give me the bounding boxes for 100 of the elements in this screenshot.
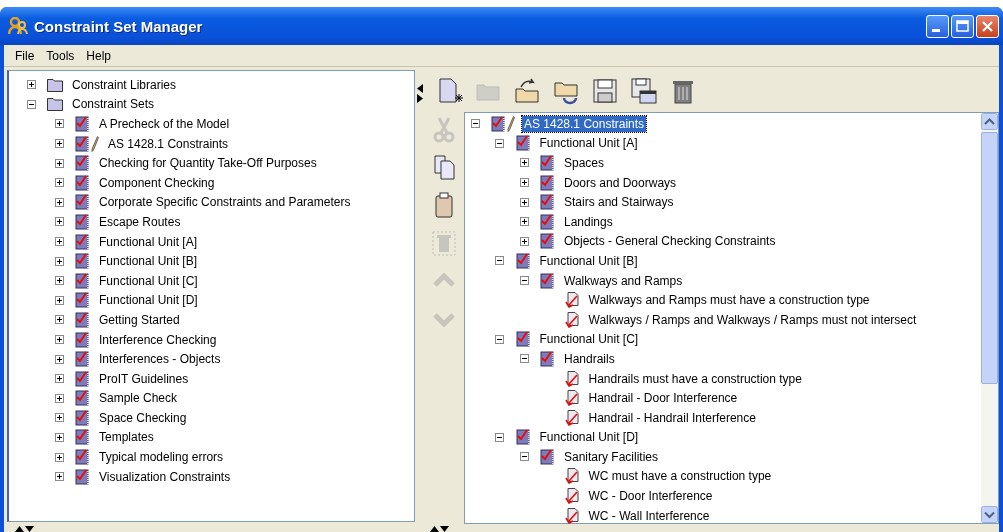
tree-item[interactable]: Functional Unit [C] (537, 331, 641, 348)
tree-expander[interactable] (519, 236, 529, 246)
tree-item[interactable]: Handrail - Door Interference (586, 390, 740, 407)
tree-item[interactable]: Constraint Libraries (70, 76, 179, 93)
tree-expander[interactable] (519, 178, 529, 188)
tree-expander[interactable] (54, 139, 64, 149)
tree-expander[interactable] (54, 413, 64, 423)
tree-expander[interactable] (495, 138, 504, 148)
tree-expander[interactable] (54, 158, 64, 168)
menu-item[interactable]: File (10, 48, 40, 63)
tree-item[interactable]: Typical modeling errors (97, 449, 226, 466)
tree-item[interactable]: Checking for Quantity Take-Off Purposes (97, 155, 319, 172)
tree-expander[interactable] (54, 472, 64, 482)
tree-item[interactable]: Spaces (562, 155, 607, 171)
maximize-button[interactable] (951, 14, 974, 38)
tree-expander[interactable] (54, 452, 64, 462)
notebook-icon (515, 331, 531, 348)
save-button[interactable] (590, 76, 620, 106)
tree-item[interactable]: ProIT Guidelines (97, 370, 191, 387)
close-button[interactable] (976, 14, 999, 38)
tree-item[interactable]: Visualization Constraints (97, 468, 233, 485)
tree-expander[interactable] (495, 256, 504, 266)
tree-item[interactable]: Functional Unit [B] (537, 252, 640, 269)
notebook-icon (75, 331, 90, 348)
scroll-down-icon[interactable] (981, 506, 998, 523)
tree-expander[interactable] (54, 374, 64, 384)
tree-expander[interactable] (54, 256, 64, 266)
notebook-icon (515, 252, 531, 269)
tree-expander[interactable] (519, 158, 529, 168)
notebook-icon (75, 272, 90, 289)
tree-expander[interactable] (495, 334, 504, 344)
menu-item[interactable]: Tools (41, 48, 80, 63)
notebook-icon (540, 174, 555, 191)
scroll-up-icon[interactable] (981, 113, 998, 130)
tree-item[interactable]: WC must have a construction type (586, 468, 774, 485)
tree-expander[interactable] (54, 119, 64, 129)
tree-item[interactable]: Doors and Doorways (562, 174, 679, 191)
tree-item[interactable]: Handrails must have a construction type (586, 370, 804, 387)
tree-item[interactable]: Stairs and Stairways (562, 194, 676, 211)
tree-item[interactable]: AS 1428.1 Constraints (522, 115, 647, 132)
tree-item[interactable]: Objects - General Checking Constraints (562, 233, 778, 250)
tree-item[interactable]: Walkways and Ramps (562, 272, 685, 289)
tree-item[interactable]: Templates (97, 429, 156, 446)
tree-expander[interactable] (54, 217, 64, 227)
splitter-arrows-icon[interactable] (416, 84, 423, 104)
tree-item[interactable]: Constraint Sets (70, 96, 157, 113)
scrollbar[interactable] (981, 113, 998, 523)
tree-expander[interactable] (54, 178, 64, 188)
tree-expander[interactable] (519, 217, 529, 227)
tree-item[interactable]: Functional Unit [D] (537, 429, 641, 446)
tree-expander[interactable] (54, 197, 64, 207)
tree-expander[interactable] (495, 432, 504, 442)
tree-item[interactable]: Functional Unit [D] (97, 292, 200, 309)
tree-expander[interactable] (54, 354, 64, 364)
tree-item[interactable]: AS 1428.1 Constraints (106, 135, 231, 152)
tree-expander[interactable] (54, 315, 64, 325)
tree-item[interactable]: Component Checking (97, 174, 217, 191)
tree-item[interactable]: WC - Door Interference (586, 488, 715, 505)
tree-item[interactable]: Interferences - Objects (97, 351, 223, 368)
notebook-icon (540, 155, 555, 171)
tree-item[interactable]: WC - Wall Interference (586, 507, 712, 524)
tree-item[interactable]: Handrails (562, 350, 617, 367)
notebook-icon (75, 409, 90, 426)
tree-item[interactable]: A Precheck of the Model (97, 116, 232, 132)
notebook-icon (75, 390, 90, 407)
import-button[interactable] (512, 76, 542, 106)
tree-expander[interactable] (54, 335, 64, 344)
tree-expander[interactable] (54, 433, 64, 442)
tree-item[interactable]: Sample Check (97, 390, 180, 407)
tree-item[interactable]: Walkways and Ramps must have a construction type (586, 292, 872, 309)
tree-item[interactable]: Getting Started (97, 311, 182, 328)
tree-item[interactable]: Corporate Specific Constraints and Parameters (97, 194, 353, 211)
tree-item[interactable]: Functional Unit [B] (97, 253, 200, 270)
menu-item[interactable]: Help (81, 48, 117, 63)
tree-item[interactable]: Walkways / Ramps and Walkways / Ramps must not intersect (586, 311, 919, 328)
tree-expander[interactable] (54, 295, 64, 305)
tree-expander[interactable] (54, 393, 64, 403)
tree-expander[interactable] (470, 119, 480, 129)
tree-item[interactable]: Functional Unit [A] (537, 135, 640, 152)
splitter-arrows-icon[interactable] (15, 524, 35, 532)
tree-item[interactable]: Landings (562, 213, 615, 230)
tree-expander[interactable] (54, 237, 64, 247)
tree-item[interactable]: Functional Unit [C] (97, 272, 200, 289)
tree-expander[interactable] (519, 354, 529, 364)
tree-item[interactable]: Functional Unit [A] (97, 233, 200, 250)
splitter-arrows-icon[interactable] (430, 524, 450, 532)
tree-expander[interactable] (26, 80, 36, 90)
tree-expander[interactable] (519, 452, 529, 462)
document-icon (564, 370, 580, 387)
tree-expander[interactable] (26, 99, 36, 109)
tree-item[interactable]: Escape Routes (97, 213, 183, 230)
tree-expander[interactable] (54, 276, 64, 286)
tree-item[interactable]: Space Checking (97, 409, 189, 426)
tree-expander[interactable] (519, 276, 529, 286)
tree-expander[interactable] (519, 197, 529, 207)
minimize-button[interactable] (926, 14, 949, 38)
tree-item[interactable]: Handrail - Handrail Interference (586, 409, 758, 426)
people-icon (8, 17, 28, 35)
tree-item[interactable]: Interference Checking (97, 331, 219, 348)
tree-item[interactable]: Sanitary Facilities (562, 448, 661, 465)
